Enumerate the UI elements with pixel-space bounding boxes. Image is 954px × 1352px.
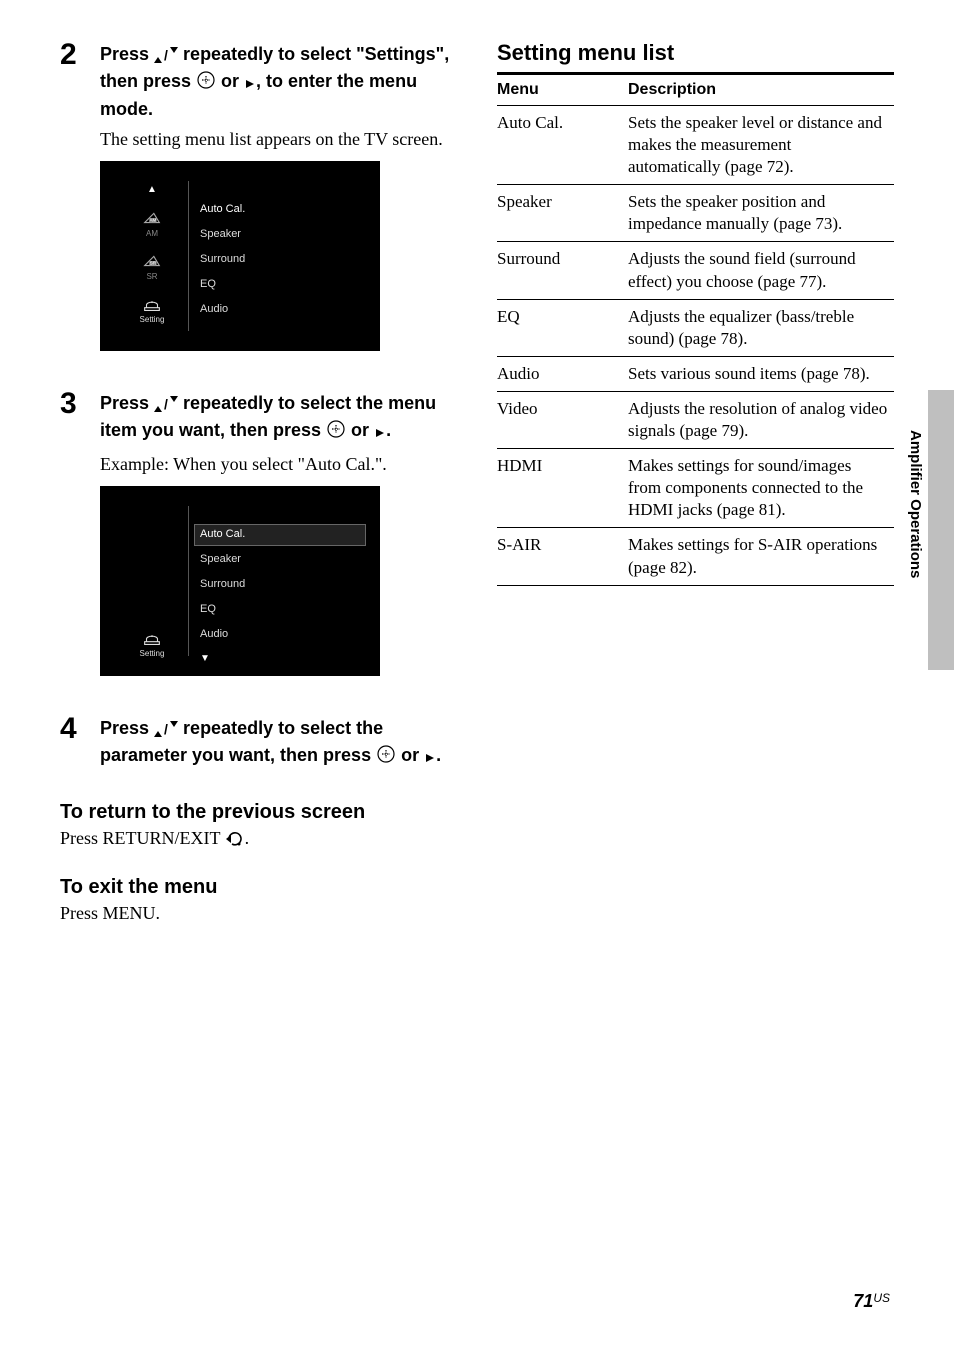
table-row: S-AIR Makes settings for S-AIR operation… xyxy=(497,528,894,585)
right-column: Setting menu list Menu Description Auto … xyxy=(497,40,894,934)
page-number: 71US xyxy=(853,1291,890,1312)
desc-cell: Sets various sound items (page 78). xyxy=(628,356,894,391)
step-2-text: The setting menu list appears on the TV … xyxy=(100,127,457,151)
menu-cell: Video xyxy=(497,391,628,448)
step-3-number: 3 xyxy=(60,389,100,419)
table-row: HDMI Makes settings for sound/images fro… xyxy=(497,449,894,528)
svg-text:/: / xyxy=(164,396,168,412)
desc-cell: Sets the speaker position and impedance … xyxy=(628,185,894,242)
svg-text:SR: SR xyxy=(150,261,157,266)
step-2-title-mid2: or xyxy=(216,71,244,91)
step-2: 2 Press / repeatedly to select "Settings… xyxy=(60,40,457,371)
tv1-menu-item-2: Surround xyxy=(200,253,245,265)
table-row: Surround Adjusts the sound field (surrou… xyxy=(497,242,894,299)
step-3-title-mid2: or xyxy=(346,420,374,440)
menu-cell: Audio xyxy=(497,356,628,391)
step-3-title-pre: Press xyxy=(100,393,154,413)
table-row: Video Adjusts the resolution of analog v… xyxy=(497,391,894,448)
tv-screen-2: Setting Auto Cal. Speaker Surround EQ Au… xyxy=(100,486,380,676)
desc-cell: Adjusts the equalizer (bass/treble sound… xyxy=(628,299,894,356)
step-4: 4 Press / repeatedly to select the param… xyxy=(60,714,457,777)
tv1-divider xyxy=(188,181,189,331)
return-text: Press RETURN/EXIT . xyxy=(60,828,457,852)
tv1-sr-icon: SR SR xyxy=(141,252,163,281)
return-text-pre: Press RETURN/EXIT xyxy=(60,828,225,848)
setting-menu-table: Menu Description Auto Cal. Sets the spea… xyxy=(497,75,894,586)
step-3-title: Press / repeatedly to select the menu it… xyxy=(100,391,457,446)
menu-cell: Surround xyxy=(497,242,628,299)
tv1-menu-item-4: Audio xyxy=(200,303,245,315)
setting-menu-list-title: Setting menu list xyxy=(497,40,894,66)
step-3: 3 Press / repeatedly to select the menu … xyxy=(60,389,457,696)
return-exit-icon xyxy=(225,831,245,852)
exit-heading: To exit the menu xyxy=(60,876,457,899)
step-4-number: 4 xyxy=(60,714,100,744)
table-row: Speaker Sets the speaker position and im… xyxy=(497,185,894,242)
tv2-setting-label: Setting xyxy=(140,649,165,658)
tv1-menu-item-0: Auto Cal. xyxy=(200,203,245,215)
up-down-arrow-icon: / xyxy=(154,394,178,418)
right-arrow-icon xyxy=(424,746,436,770)
right-arrow-icon xyxy=(374,421,386,445)
tv1-up-arrow-icon: ▲ xyxy=(147,185,157,195)
desc-cell: Makes settings for sound/images from com… xyxy=(628,449,894,528)
return-heading: To return to the previous screen xyxy=(60,801,457,824)
step-4-title: Press / repeatedly to select the paramet… xyxy=(100,716,457,771)
exit-text: Press MENU. xyxy=(60,903,457,924)
tv2-menu-item-3: EQ xyxy=(200,603,245,615)
enter-plus-icon xyxy=(376,744,396,770)
table-row: Audio Sets various sound items (page 78)… xyxy=(497,356,894,391)
page-number-suffix: US xyxy=(873,1291,890,1305)
up-down-arrow-icon: / xyxy=(154,719,178,743)
tv2-divider xyxy=(188,506,189,656)
left-column: 2 Press / repeatedly to select "Settings… xyxy=(60,40,457,934)
tv-screen-1: ▲ AM AM SR SR Setting xyxy=(100,161,380,351)
table-row: EQ Adjusts the equalizer (bass/treble so… xyxy=(497,299,894,356)
return-text-post: . xyxy=(245,828,250,848)
menu-cell: HDMI xyxy=(497,449,628,528)
svg-text:/: / xyxy=(164,47,168,63)
step-2-title: Press / repeatedly to select "Settings",… xyxy=(100,42,457,121)
tv1-menu-item-1: Speaker xyxy=(200,228,245,240)
svg-text:AM: AM xyxy=(149,218,156,223)
tv2-setting-icon: Setting xyxy=(140,629,165,658)
step-2-title-pre: Press xyxy=(100,44,154,64)
desc-cell: Sets the speaker level or distance and m… xyxy=(628,106,894,185)
tv1-am-icon: AM AM xyxy=(141,209,163,238)
tv1-am-label: AM xyxy=(146,229,158,238)
step-3-title-post: . xyxy=(386,420,391,440)
enter-plus-icon xyxy=(196,70,216,96)
desc-cell: Adjusts the resolution of analog video s… xyxy=(628,391,894,448)
step-4-title-pre: Press xyxy=(100,718,154,738)
up-down-arrow-icon: / xyxy=(154,45,178,69)
tv1-setting-icon: Setting xyxy=(140,295,165,324)
enter-plus-icon xyxy=(326,419,346,445)
menu-cell: EQ xyxy=(497,299,628,356)
tv1-menu-item-3: EQ xyxy=(200,278,245,290)
menu-cell: Auto Cal. xyxy=(497,106,628,185)
table-header-description: Description xyxy=(628,75,894,106)
svg-text:/: / xyxy=(164,721,168,737)
step-3-text: Example: When you select "Auto Cal.". xyxy=(100,452,457,476)
side-tab-background xyxy=(928,390,954,670)
tv1-setting-label: Setting xyxy=(140,315,165,324)
tv2-menu-item-0: Auto Cal. xyxy=(200,528,245,540)
tv2-menu-item-1: Speaker xyxy=(200,553,245,565)
step-2-number: 2 xyxy=(60,40,100,70)
desc-cell: Makes settings for S-AIR operations (pag… xyxy=(628,528,894,585)
tv2-menu-item-2: Surround xyxy=(200,578,245,590)
side-tab-label: Amplifier Operations xyxy=(907,430,924,578)
step-4-title-mid2: or xyxy=(396,745,424,765)
page-number-value: 71 xyxy=(853,1291,873,1311)
desc-cell: Adjusts the sound field (surround effect… xyxy=(628,242,894,299)
tv1-sr-label: SR xyxy=(146,272,157,281)
table-header-menu: Menu xyxy=(497,75,628,106)
tv2-menu-item-4: Audio xyxy=(200,628,245,640)
step-4-title-post: . xyxy=(436,745,441,765)
table-row: Auto Cal. Sets the speaker level or dist… xyxy=(497,106,894,185)
menu-cell: Speaker xyxy=(497,185,628,242)
right-arrow-icon xyxy=(244,72,256,96)
tv2-down-arrow-icon: ▼ xyxy=(200,654,210,664)
menu-cell: S-AIR xyxy=(497,528,628,585)
